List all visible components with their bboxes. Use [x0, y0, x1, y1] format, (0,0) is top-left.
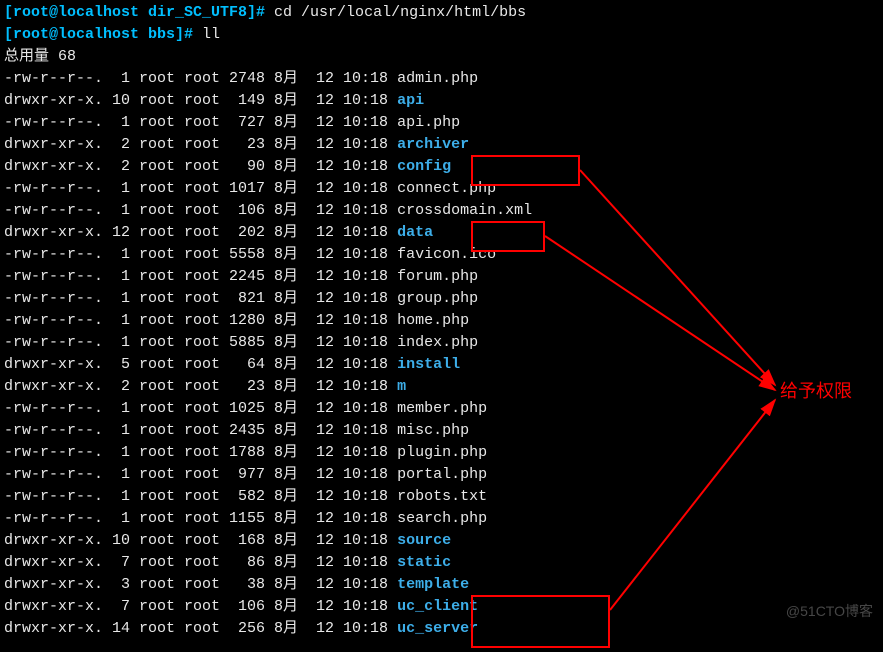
file-name: admin.php — [397, 70, 478, 87]
file-row: -rw-r--r--. 1 root root 1017 8月 12 10:18… — [4, 178, 879, 200]
file-row: -rw-r--r--. 1 root root 2245 8月 12 10:18… — [4, 266, 879, 288]
file-name: api.php — [397, 114, 460, 131]
file-row: -rw-r--r--. 1 root root 1155 8月 12 10:18… — [4, 508, 879, 530]
file-name: crossdomain.xml — [397, 202, 532, 219]
file-row: drwxr-xr-x. 2 root root 23 8月 12 10:18 a… — [4, 134, 879, 156]
file-row: -rw-r--r--. 1 root root 2435 8月 12 10:18… — [4, 420, 879, 442]
file-row: drwxr-xr-x. 3 root root 38 8月 12 10:18 t… — [4, 574, 879, 596]
file-row: -rw-r--r--. 1 root root 106 8月 12 10:18 … — [4, 200, 879, 222]
file-name: search.php — [397, 510, 487, 527]
file-name: favicon.ico — [397, 246, 496, 263]
file-name: template — [397, 576, 469, 593]
file-row: drwxr-xr-x. 14 root root 256 8月 12 10:18… — [4, 618, 879, 640]
file-name: forum.php — [397, 268, 478, 285]
file-row: -rw-r--r--. 1 root root 5885 8月 12 10:18… — [4, 332, 879, 354]
file-name: install — [397, 356, 460, 373]
file-row: -rw-r--r--. 1 root root 977 8月 12 10:18 … — [4, 464, 879, 486]
file-row: drwxr-xr-x. 5 root root 64 8月 12 10:18 i… — [4, 354, 879, 376]
total-line: 总用量 68 — [4, 46, 879, 68]
file-name: archiver — [397, 136, 469, 153]
file-row: -rw-r--r--. 1 root root 2748 8月 12 10:18… — [4, 68, 879, 90]
file-name: plugin.php — [397, 444, 487, 461]
file-row: drwxr-xr-x. 2 root root 23 8月 12 10:18 m — [4, 376, 879, 398]
file-row: drwxr-xr-x. 12 root root 202 8月 12 10:18… — [4, 222, 879, 244]
file-row: -rw-r--r--. 1 root root 5558 8月 12 10:18… — [4, 244, 879, 266]
file-name: misc.php — [397, 422, 469, 439]
file-row: drwxr-xr-x. 7 root root 106 8月 12 10:18 … — [4, 596, 879, 618]
file-name: group.php — [397, 290, 478, 307]
file-name: m — [397, 378, 406, 395]
file-name: static — [397, 554, 451, 571]
file-name: portal.php — [397, 466, 487, 483]
file-row: drwxr-xr-x. 10 root root 168 8月 12 10:18… — [4, 530, 879, 552]
file-row: -rw-r--r--. 1 root root 1280 8月 12 10:18… — [4, 310, 879, 332]
file-row: drwxr-xr-x. 2 root root 90 8月 12 10:18 c… — [4, 156, 879, 178]
file-row: -rw-r--r--. 1 root root 821 8月 12 10:18 … — [4, 288, 879, 310]
file-name: home.php — [397, 312, 469, 329]
file-name: index.php — [397, 334, 478, 351]
file-name: connect.php — [397, 180, 496, 197]
file-name: api — [397, 92, 424, 109]
file-name: source — [397, 532, 451, 549]
file-name: member.php — [397, 400, 487, 417]
file-row: drwxr-xr-x. 7 root root 86 8月 12 10:18 s… — [4, 552, 879, 574]
file-row: -rw-r--r--. 1 root root 1025 8月 12 10:18… — [4, 398, 879, 420]
file-name: config — [397, 158, 451, 175]
file-name: robots.txt — [397, 488, 487, 505]
file-name: uc_client — [397, 598, 478, 615]
file-row: -rw-r--r--. 1 root root 1788 8月 12 10:18… — [4, 442, 879, 464]
file-row: drwxr-xr-x. 10 root root 149 8月 12 10:18… — [4, 90, 879, 112]
file-row: -rw-r--r--. 1 root root 582 8月 12 10:18 … — [4, 486, 879, 508]
file-name: data — [397, 224, 433, 241]
file-row: -rw-r--r--. 1 root root 727 8月 12 10:18 … — [4, 112, 879, 134]
prompt-line[interactable]: [root@localhost bbs]# ll — [4, 24, 879, 46]
watermark: @51CTO博客 — [786, 600, 873, 622]
file-name: uc_server — [397, 620, 478, 637]
prompt-line[interactable]: [root@localhost dir_SC_UTF8]# cd /usr/lo… — [4, 2, 879, 24]
